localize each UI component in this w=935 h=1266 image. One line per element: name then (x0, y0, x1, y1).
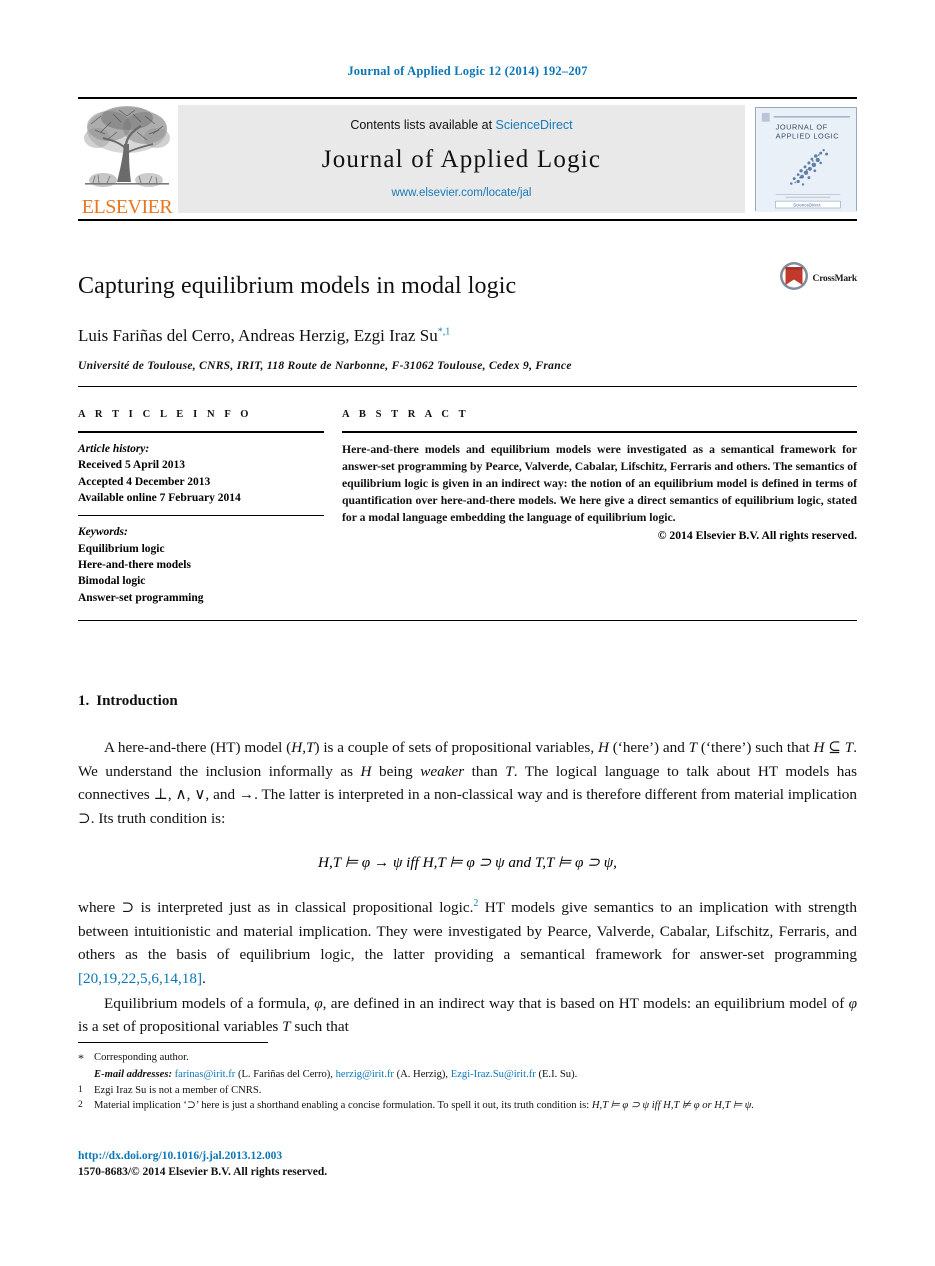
para1-part-d: (‘there’) such that (697, 738, 814, 756)
history-label: Article history: (78, 443, 150, 455)
running-head: Journal of Applied Logic 12 (2014) 192–2… (347, 64, 588, 78)
footnote-divider (78, 1042, 268, 1043)
doi-link[interactable]: http://dx.doi.org/10.1016/j.jal.2013.12.… (78, 1148, 327, 1164)
elsevier-wordmark: ELSEVIER (81, 196, 173, 218)
contents-available-line: Contents lists available at ScienceDirec… (350, 118, 572, 132)
paragraph-material-implication: where ⊃ is interpreted just as in classi… (78, 896, 857, 991)
paper-page: Journal of Applied Logic 12 (2014) 192–2… (0, 0, 935, 1266)
footnote-corresponding-author: * Corresponding author. (78, 1050, 857, 1067)
footnote-marker-star: * (78, 1051, 84, 1065)
author-list: Luis Fariñas del Cerro, Andreas Herzig, … (78, 326, 857, 346)
footnote-2-text: Material implication ‘⊃’ here is just a … (94, 1098, 857, 1113)
para3-part-c: is a set of propositional variables (78, 1018, 283, 1036)
svg-text:ScienceDirect: ScienceDirect (793, 203, 821, 208)
para3-part-a: Equilibrium models of a formula, (104, 994, 315, 1012)
citation-link[interactable]: [20,19,22,5,6,14,18] (78, 970, 202, 987)
elsevier-tree-icon (83, 104, 171, 196)
email-person-su: (E.I. Su). (538, 1069, 578, 1081)
para3-part-d: such that (290, 1018, 349, 1036)
svg-text:APPLIED LOGIC: APPLIED LOGIC (776, 131, 840, 140)
journal-masthead: ELSEVIER Contents lists available at Sci… (78, 97, 857, 221)
history-item: Accepted 4 December 2013 (78, 475, 211, 488)
abstract-divider (78, 619, 857, 621)
para1-part-g: than (464, 762, 506, 780)
page-title: Capturing equilibrium models in modal lo… (78, 273, 517, 299)
keyword-item: Bimodal logic (78, 575, 146, 588)
abstract-copyright: © 2014 Elsevier B.V. All rights reserved… (657, 528, 857, 542)
email-link-farinas[interactable]: farinas@irit.fr (175, 1069, 236, 1080)
display-formula-truth-condition: H,T ⊨ φ → ψ iff H,T ⊨ φ ⊃ ψ and T,T ⊨ φ … (78, 853, 857, 872)
footnote-star-text: Corresponding author. (94, 1052, 189, 1063)
issn-copyright-line: 1570-8683/© 2014 Elsevier B.V. All right… (78, 1166, 328, 1179)
keyword-item: Equilibrium logic (78, 542, 165, 555)
footnote-1-text: Ezgi Iraz Su is not a member of CNRS. (94, 1084, 262, 1096)
footnotes-block: * Corresponding author. E-mail addresses… (78, 1042, 857, 1113)
email-label: E-mail addresses: (94, 1069, 172, 1081)
keywords-label: Keywords: (78, 526, 128, 539)
crossmark-label: CrossMark (812, 273, 858, 284)
journal-title: Journal of Applied Logic (321, 145, 602, 173)
crossmark-badge[interactable]: CrossMark (779, 261, 857, 296)
para2-part-c: . (202, 969, 206, 987)
para3-part-b: , are defined in an indirect way that is… (322, 994, 849, 1012)
keyword-item: Answer-set programming (78, 591, 204, 604)
article-title-block: CrossMark Capturing equilibrium models i… (78, 262, 857, 372)
formula-text: H,T ⊨ φ → ψ iff H,T ⊨ φ ⊃ ψ and T,T ⊨ φ … (318, 853, 617, 871)
sciencedirect-link[interactable]: ScienceDirect (496, 118, 573, 132)
keyword-item: Here-and-there models (78, 558, 191, 571)
masthead-center-panel: Contents lists available at ScienceDirec… (178, 105, 745, 213)
footer-doi-block: http://dx.doi.org/10.1016/j.jal.2013.12.… (78, 1148, 327, 1181)
author-footnote-marker[interactable]: *,1 (438, 326, 451, 337)
section-heading-introduction: 1. Introduction (78, 693, 857, 710)
contents-prefix: Contents lists available at (350, 118, 496, 132)
affiliation: Université de Toulouse, CNRS, IRIT, 118 … (78, 360, 572, 372)
footnote-2-part-a: Material implication ‘⊃’ here is just a … (94, 1100, 592, 1112)
email-person-farinas: (L. Fariñas del Cerro), (237, 1069, 333, 1081)
email-link-herzig[interactable]: herzig@irit.fr (336, 1069, 394, 1080)
para1-part-a: A here-and-there (HT) model ( (104, 738, 292, 756)
article-history: Article history: Received 5 April 2013 A… (78, 433, 324, 506)
para2-part-a: where ⊃ is interpreted just as in classi… (78, 898, 474, 916)
footnote-marker-1: 1 (78, 1084, 83, 1095)
footnote-2-formula: H,T ⊨ φ ⊃ ψ iff H,T ⊭ φ or H,T ⊨ ψ. (591, 1100, 755, 1112)
footnote-marker-2: 2 (78, 1100, 83, 1111)
abstract-text: Here-and-there models and equilibrium mo… (342, 443, 857, 524)
article-body: 1. Introduction A here-and-there (HT) mod… (78, 693, 857, 1039)
journal-url-link[interactable]: www.elsevier.com/locate/jal (392, 187, 532, 199)
crossmark-icon (779, 261, 809, 296)
para1-part-b: ) is a couple of sets of propositional v… (314, 738, 598, 756)
article-info-column: A R T I C L E I N F O Article history: R… (78, 409, 324, 606)
footnote-email-addresses: E-mail addresses: farinas@irit.fr (L. Fa… (78, 1067, 857, 1082)
section-title: Introduction (96, 692, 178, 709)
journal-cover-thumbnail: JOURNAL OF APPLIED LOGIC ScienceDirect (755, 107, 857, 212)
title-divider (78, 386, 857, 387)
author-names: Luis Fariñas del Cerro, Andreas Herzig, … (78, 326, 438, 345)
section-number: 1. (78, 692, 90, 709)
footnote-marker-blank (78, 1067, 94, 1082)
keywords-block: Keywords: Equilibrium logic Here-and-the… (78, 516, 324, 606)
history-item: Available online 7 February 2014 (78, 491, 241, 504)
history-item: Received 5 April 2013 (78, 459, 185, 472)
email-person-herzig: (A. Herzig), (396, 1069, 449, 1081)
email-link-su[interactable]: Ezgi-Iraz.Su@irit.fr (451, 1069, 536, 1080)
para1-emphasis-weaker: weaker (420, 762, 465, 780)
abstract-heading: A B S T R A C T (342, 409, 470, 420)
info-abstract-row: A R T I C L E I N F O Article history: R… (78, 409, 857, 606)
paragraph-ht-model: A here-and-there (HT) model (H,T) is a c… (78, 738, 858, 828)
footnote-2: 2 Material implication ‘⊃’ here is just … (78, 1098, 857, 1113)
paragraph-equilibrium-models: Equilibrium models of a formula, φ, are … (78, 994, 857, 1036)
para1-part-c: (‘here’) and (608, 738, 689, 756)
svg-text:JOURNAL OF: JOURNAL OF (776, 123, 828, 132)
abstract-column: A B S T R A C T Here-and-there models an… (342, 409, 857, 542)
article-info-heading: A R T I C L E I N F O (78, 409, 253, 420)
elsevier-logo: ELSEVIER (78, 99, 176, 219)
para1-part-f: being (371, 762, 421, 780)
email-line: E-mail addresses: farinas@irit.fr (L. Fa… (94, 1067, 857, 1082)
footnote-1: 1 Ezgi Iraz Su is not a member of CNRS. (78, 1083, 857, 1098)
